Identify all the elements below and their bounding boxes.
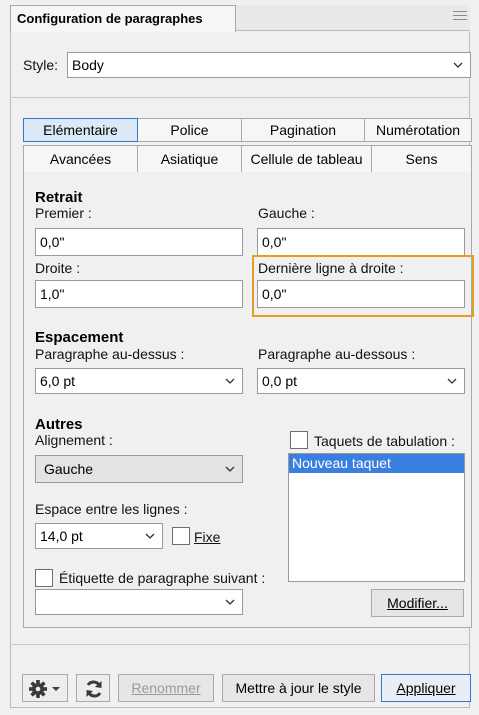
taquets-list-item[interactable]: Nouveau taquet [289, 454, 464, 473]
separator [10, 97, 470, 98]
fixe-checkbox[interactable] [172, 527, 190, 545]
taquets-checkbox[interactable] [290, 431, 308, 449]
paragraphe-dessous-value: 0,0 pt [262, 373, 298, 389]
paragraphe-dessus-select[interactable]: 6,0 pt [35, 368, 243, 394]
premier-field[interactable]: 0,0" [35, 228, 243, 256]
alignement-select[interactable]: Gauche [35, 455, 243, 483]
mettre-a-jour-style-button[interactable]: Mettre à jour le style [222, 674, 375, 702]
autres-heading: Autres [35, 416, 83, 433]
style-select[interactable]: Body [67, 52, 471, 78]
paragraphe-dessous-select[interactable]: 0,0 pt [257, 368, 465, 394]
gauche-label: Gauche : [258, 205, 315, 221]
panel-menu-icon[interactable] [453, 11, 467, 23]
paragraphe-dessus-label: Paragraphe au-dessus : [35, 346, 185, 362]
style-select-value: Body [72, 57, 104, 73]
tab-police[interactable]: Police [137, 118, 242, 142]
taquets-label: Taquets de tabulation : [314, 433, 455, 449]
refresh-button[interactable] [76, 674, 110, 702]
modifier-button[interactable]: Modifier... [371, 589, 464, 617]
alignement-label: Alignement : [35, 432, 113, 448]
droite-field[interactable]: 1,0" [35, 280, 243, 308]
tab-cellule-de-tableau[interactable]: Cellule de tableau [241, 145, 372, 173]
chevron-down-icon [145, 533, 155, 539]
espacement-heading: Espacement [35, 329, 124, 346]
retrait-heading: Retrait [35, 189, 83, 206]
style-label: Style: [23, 57, 59, 73]
droite-label: Droite : [35, 260, 81, 276]
gauche-field[interactable]: 0,0" [257, 228, 465, 256]
chevron-down-icon [225, 466, 235, 472]
paragraphe-dessous-label: Paragraphe au-dessous : [258, 346, 416, 362]
highlight-box [252, 255, 474, 317]
interligne-label: Espace entre les lignes : [35, 501, 188, 517]
appliquer-button[interactable]: Appliquer [381, 674, 471, 702]
alignement-value: Gauche [44, 461, 94, 477]
chevron-down-icon [225, 599, 235, 605]
gear-icon [29, 680, 60, 698]
tab-asiatique[interactable]: Asiatique [137, 145, 242, 173]
tab-elementaire[interactable]: Elémentaire [23, 118, 138, 142]
renommer-button[interactable]: Renommer [118, 674, 214, 702]
tab-sens[interactable]: Sens [371, 145, 472, 173]
refresh-icon [86, 680, 102, 698]
chevron-down-icon [447, 378, 457, 384]
separator [10, 644, 470, 645]
etiquette-select[interactable] [35, 589, 243, 615]
tab-pagination[interactable]: Pagination [241, 118, 365, 142]
chevron-down-icon [225, 378, 235, 384]
premier-label: Premier : [35, 205, 92, 221]
tab-avancees[interactable]: Avancées [23, 145, 138, 173]
interligne-select[interactable]: 14,0 pt [35, 523, 163, 549]
panel-title-tab[interactable]: Configuration de paragraphes [10, 5, 236, 32]
interligne-value: 14,0 pt [40, 528, 83, 544]
options-menu-button[interactable] [22, 674, 68, 702]
paragraphe-dessus-value: 6,0 pt [40, 373, 76, 389]
tab-numerotation[interactable]: Numérotation [364, 118, 472, 142]
fixe-label: Fixe [194, 529, 221, 545]
etiquette-label: Étiquette de paragraphe suivant : [59, 570, 266, 586]
etiquette-checkbox[interactable] [35, 569, 53, 587]
chevron-down-icon [453, 62, 463, 68]
